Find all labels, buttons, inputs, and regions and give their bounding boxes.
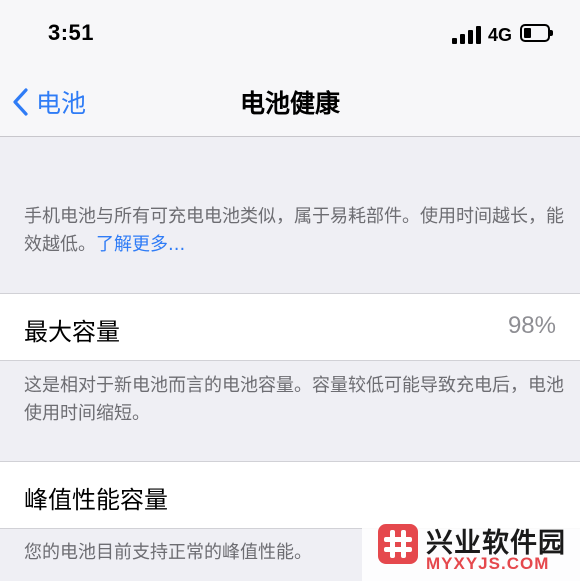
battery-icon <box>520 24 553 42</box>
peak-performance-label: 峰值性能容量 <box>24 486 168 514</box>
navigation-bar: 电池 电池健康 <box>0 70 580 137</box>
hash-logo-icon <box>378 524 418 564</box>
network-type: 4G <box>488 25 513 45</box>
battery-level <box>524 28 531 38</box>
site-watermark: 兴业软件园 MYXYJS.COM <box>362 517 580 581</box>
learn-more-link[interactable]: 了解更多... <box>96 234 185 255</box>
max-capacity-footer: 这是相对于新电池而言的电池容量。容量较低可能导致充电后，电池使用时间缩短。 <box>24 375 564 424</box>
max-capacity-value: 98% <box>507 312 556 339</box>
status-bar: 3:51 4G <box>0 0 580 70</box>
max-capacity-label: 最大容量 <box>24 318 120 346</box>
status-time: 3:51 <box>48 20 95 45</box>
watermark-subtitle: MYXYJS.COM <box>426 554 550 573</box>
cellular-signal-icon <box>452 26 482 44</box>
battery-info-text: 手机电池与所有可充电电池类似，属于易耗部件。使用时间越长，能效越低。了解更多..… <box>24 203 564 259</box>
max-capacity-row: 最大容量 98% <box>0 293 580 361</box>
page-title: 电池健康 <box>239 89 340 118</box>
